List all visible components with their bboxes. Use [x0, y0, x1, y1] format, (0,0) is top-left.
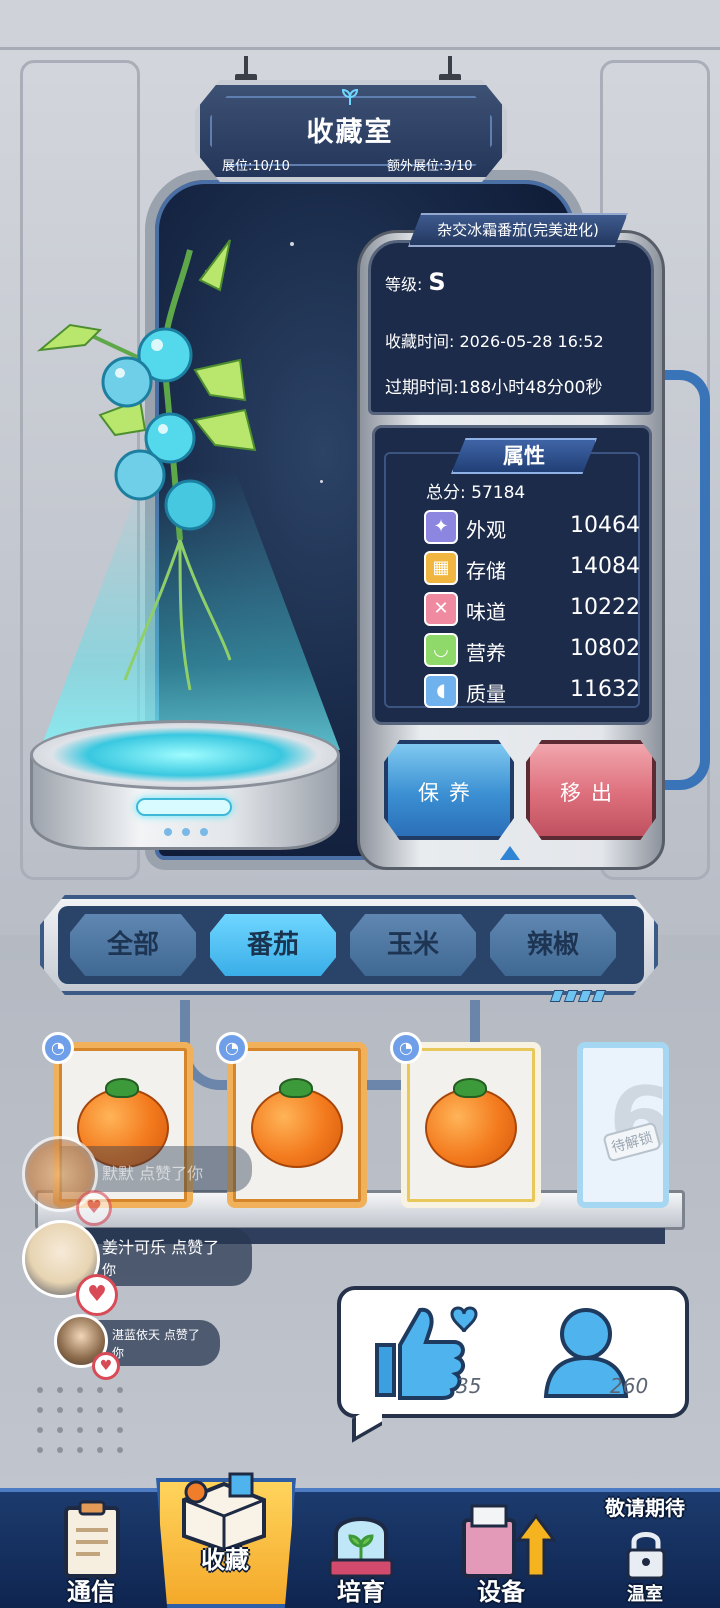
tab-corn[interactable]: 玉米 [350, 914, 476, 976]
tab-tomato[interactable]: 番茄 [210, 914, 336, 976]
attribute-row-storage: ▦ 存储 14084 [424, 549, 640, 585]
coming-soon-label: 敬请期待 [605, 1496, 685, 1520]
slot-count: 展位:10/10 [222, 159, 290, 174]
clock-icon: ◔ [42, 1032, 74, 1064]
collected-time: 收藏时间: 2026-05-28 16:52 [385, 332, 604, 351]
tomato-icon [251, 1088, 343, 1168]
tab-pepper[interactable]: 辣椒 [490, 914, 616, 976]
sparkle-icon: ✦ [424, 510, 458, 544]
tomato-leaf [453, 1078, 487, 1098]
grade-label: 等级: [385, 275, 423, 294]
nav-label: 设备 [477, 1578, 525, 1606]
plant-name: 杂交冰霜番茄(完美进化) [408, 213, 628, 247]
nav-cultivate[interactable]: 培育 [296, 1500, 426, 1608]
attribute-value: 10222 [570, 595, 640, 620]
speaker-grille [37, 1387, 123, 1453]
likes-count: 35 [456, 1374, 482, 1398]
like-notification-text: 姜汁可乐 点赞了 [102, 1238, 220, 1257]
indicator-dot [164, 828, 172, 836]
nav-label: 通信 [67, 1578, 115, 1606]
attribute-value: 10464 [570, 513, 640, 538]
attribute-value: 10802 [570, 636, 640, 661]
machine-upgrade-icon [462, 1504, 556, 1578]
page-title: 收藏室 [306, 117, 394, 148]
nav-communication[interactable]: 通信 [26, 1500, 156, 1608]
like-notification-text: 默默 点赞了你 [102, 1164, 204, 1183]
nav-label: 培育 [337, 1578, 385, 1606]
frost-tomato-plant [36, 239, 257, 691]
nav-label: 收藏 [201, 1546, 249, 1574]
nav-greenhouse-locked[interactable]: 敬请期待 温室 [580, 1496, 710, 1608]
attribute-row-appearance: ✦ 外观 10464 [424, 508, 640, 544]
grade-line: 等级: S [385, 268, 446, 296]
extra-slot-count: 额外展位:3/10 [387, 159, 473, 174]
visitors-count: 260 [610, 1374, 649, 1398]
nav-label: 温室 [627, 1584, 663, 1605]
attribute-name: 外观 [466, 518, 506, 542]
heart-icon: ♥ [92, 1352, 120, 1380]
star [320, 480, 323, 483]
attribute-name: 味道 [466, 600, 506, 624]
sprout-icon [341, 88, 359, 105]
tomato-icon [425, 1088, 517, 1168]
indicator-dot [182, 828, 190, 836]
attributes-header: 属性 [451, 438, 597, 474]
clipboard-icon [64, 1500, 120, 1578]
locked-slot-card[interactable]: 6 待解锁 [577, 1042, 669, 1208]
pedestal-top [30, 720, 340, 790]
clock-icon: ◔ [390, 1032, 422, 1064]
tab-all[interactable]: 全部 [70, 914, 196, 976]
tabbar-decoration [549, 987, 612, 1002]
collection-card-selected[interactable] [401, 1042, 541, 1208]
grade-value: S [428, 268, 446, 296]
tomato-leaf [105, 1078, 139, 1098]
nav-collection[interactable]: 收藏 [160, 1470, 290, 1578]
bowl-icon: ◡ [424, 633, 458, 667]
box-icon: ▦ [424, 551, 458, 585]
nav-equipment[interactable]: 设备 [436, 1500, 566, 1608]
pedestal-light [136, 798, 232, 816]
wall-pipe [660, 370, 710, 790]
fork-spoon-icon: ✕ [424, 592, 458, 626]
attribute-name: 营养 [466, 641, 506, 665]
ceiling [0, 0, 720, 50]
attribute-row-quality: ◖ 质量 11632 [424, 672, 640, 708]
attribute-name: 存储 [466, 559, 506, 583]
expire-time: 过期时间:188小时48分00秒 [385, 378, 603, 398]
muscle-icon: ◖ [424, 674, 458, 708]
collection-box-icon [182, 1472, 266, 1550]
tomato-leaf [279, 1078, 313, 1098]
lock-icon [626, 1532, 666, 1580]
indicator-dot [200, 828, 208, 836]
attribute-name: 质量 [466, 682, 506, 706]
plant-dome-icon [328, 1517, 394, 1578]
attribute-row-taste: ✕ 味道 10222 [424, 590, 640, 626]
star [290, 242, 294, 246]
maintain-button[interactable]: 保养 [384, 740, 514, 840]
attribute-row-nutrition: ◡ 营养 10802 [424, 631, 640, 667]
clock-icon: ◔ [216, 1032, 248, 1064]
attribute-value: 11632 [570, 677, 640, 702]
heart-icon: ♥ [76, 1190, 112, 1226]
total-score: 总分: 57184 [426, 483, 526, 503]
attribute-value: 14084 [570, 554, 640, 579]
triangle-indicator-icon [500, 846, 520, 860]
heart-icon: ♥ [76, 1274, 118, 1316]
remove-button[interactable]: 移出 [526, 740, 656, 840]
like-notification-text: 湛蓝依天 点赞了 [112, 1328, 200, 1342]
